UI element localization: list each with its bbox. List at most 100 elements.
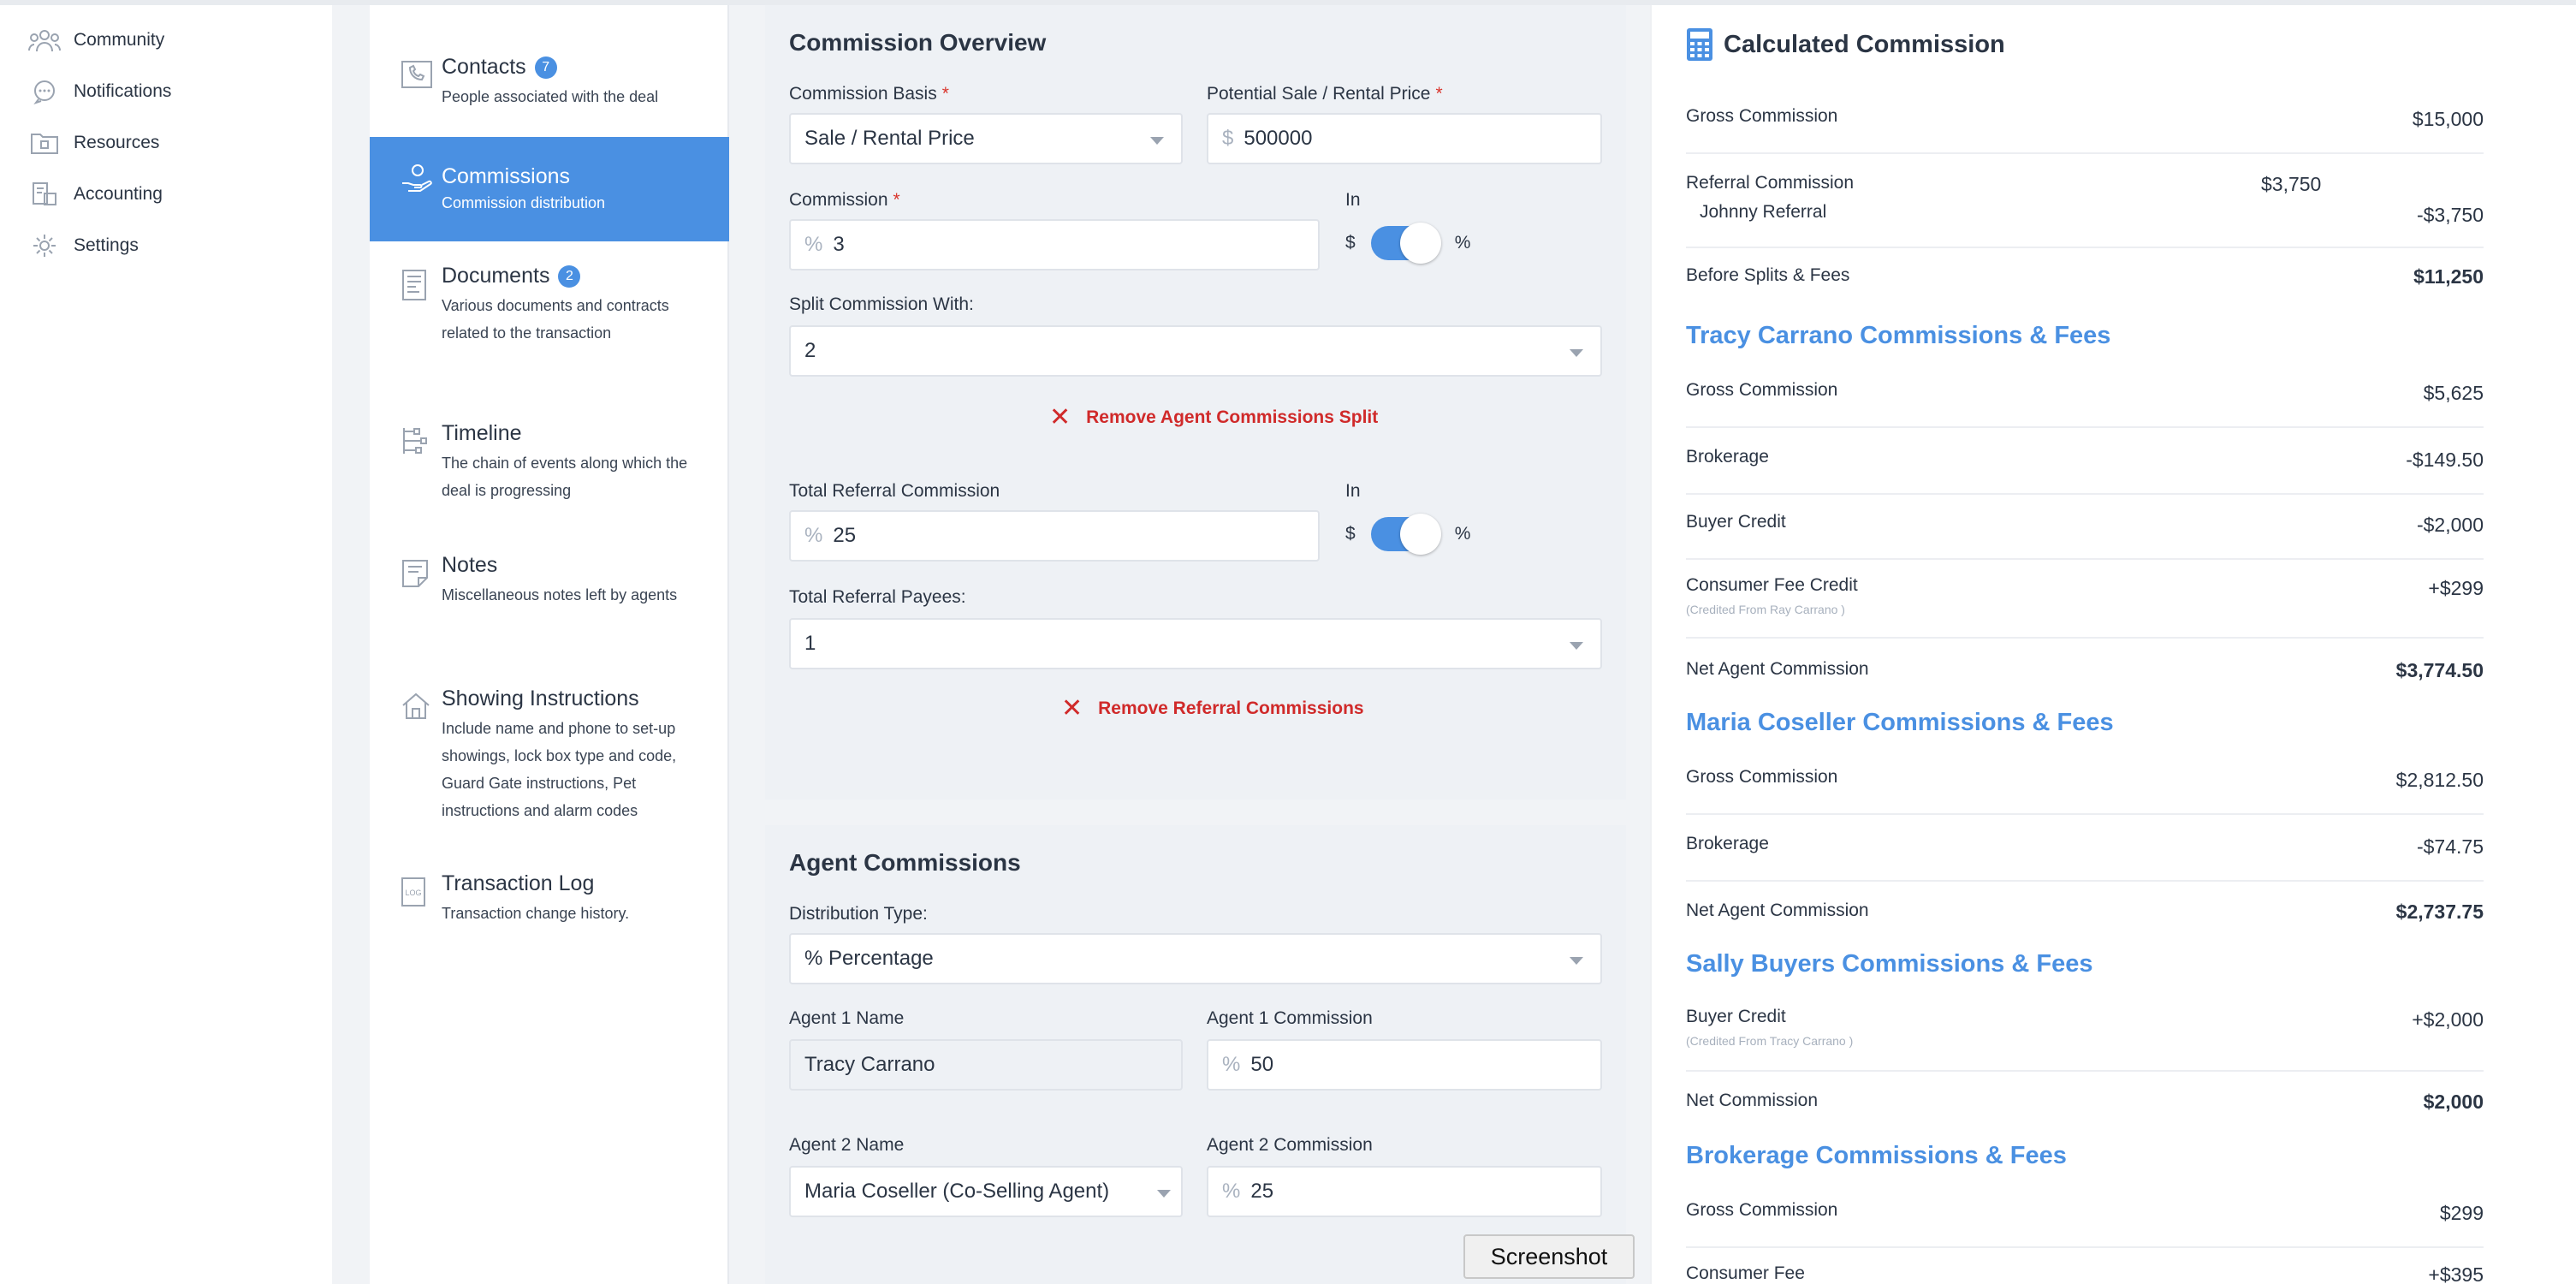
field-label: Agent 1 Name <box>789 1008 905 1028</box>
percent-prefix: % <box>804 524 823 547</box>
settings-icon <box>27 229 62 263</box>
nav-label: Notifications <box>74 81 172 101</box>
nav-item-resources[interactable]: Resources <box>27 122 159 164</box>
subnav-item-documents[interactable]: Documents 2 Various documents and contrac… <box>370 264 729 383</box>
referral-payee-name: Johnny Referral <box>1700 202 1827 222</box>
agent-2-commission-input[interactable]: % 25 <box>1207 1166 1602 1217</box>
referral-label: Total Referral Commission <box>789 481 1000 501</box>
remove-referral-button[interactable]: ✕ Remove Referral Commissions <box>1061 693 1364 723</box>
chevron-down-icon <box>1157 1190 1171 1198</box>
dollar-prefix: $ <box>1222 127 1234 150</box>
agent-1-commission-input[interactable]: % 50 <box>1207 1039 1602 1091</box>
panel-title: Calculated Commission <box>1686 27 2005 62</box>
chevron-down-icon <box>1570 957 1583 965</box>
nav-label: Community <box>74 30 165 50</box>
maria-gross-row: Gross Commission $2,812.50 <box>1686 758 2484 815</box>
subnav-desc: Include name and phone to set-up showing… <box>442 720 677 819</box>
nav-label: Resources <box>74 133 160 152</box>
calculated-commission-panel: Calculated Commission Gross Commission $… <box>1650 5 2514 1284</box>
commission-input[interactable]: % 3 <box>789 219 1320 270</box>
nav-item-community[interactable]: Community <box>27 19 164 62</box>
percent-prefix: % <box>804 233 823 256</box>
chevron-down-icon <box>1570 642 1583 650</box>
nav-label: Accounting <box>74 184 163 204</box>
house-icon <box>401 692 435 726</box>
tracy-buyer-credit-row: Buyer Credit -$2,000 <box>1686 503 2484 560</box>
field-label: Potential Sale / Rental Price * <box>1207 84 1443 104</box>
document-icon <box>401 269 435 303</box>
resources-icon <box>27 126 62 160</box>
nav-item-accounting[interactable]: Accounting <box>27 173 163 216</box>
subnav-item-showing-instructions[interactable]: Showing Instructions Include name and ph… <box>370 687 729 832</box>
field-label: Commission Basis * <box>789 84 949 104</box>
field-label: Agent 2 Name <box>789 1135 905 1155</box>
subnav-desc: People associated with the deal <box>442 88 659 105</box>
subnav-title: Documents <box>442 264 550 288</box>
card-title: Agent Commissions <box>789 849 1021 876</box>
accounting-icon <box>27 177 62 211</box>
nav-item-settings[interactable]: Settings <box>27 224 139 267</box>
subnav-desc: Various documents and contracts related … <box>442 297 669 342</box>
split-commission-select[interactable]: 2 <box>789 325 1602 377</box>
agent-commissions-card: Agent Commissions Distribution Type: % P… <box>765 825 1626 1284</box>
sale-price-input[interactable]: $ 500000 <box>1207 113 1602 164</box>
payees-label: Total Referral Payees: <box>789 587 966 607</box>
referral-unit-toggle-row: $ % <box>1345 514 1470 555</box>
close-icon: ✕ <box>1049 403 1071 431</box>
commission-unit-toggle[interactable] <box>1370 223 1441 264</box>
agent-2-name-select[interactable]: Maria Coseller (Co-Selling Agent) <box>789 1166 1183 1217</box>
field-label: Agent 1 Commission <box>1207 1008 1373 1028</box>
tracy-gross-row: Gross Commission $5,625 <box>1686 372 2484 428</box>
subnav-desc: Commission distribution <box>442 194 606 211</box>
notifications-icon <box>27 74 62 109</box>
subnav-item-commissions[interactable]: Commissions Commission distribution <box>370 137 729 241</box>
calculator-icon <box>1686 27 1713 62</box>
referral-unit-toggle[interactable] <box>1370 514 1441 555</box>
chevron-down-icon <box>1570 349 1583 357</box>
tracy-brokerage-row: Brokerage -$149.50 <box>1686 438 2484 495</box>
main-navigation: Community Notifications Resources Accoun… <box>0 5 332 1284</box>
maria-brokerage-row: Brokerage -$74.75 <box>1686 825 2484 882</box>
brokerage-consumer-fee-row: Consumer Fee +$395 <box>1686 1263 2484 1284</box>
referral-subtotal: $3,750 <box>2261 173 2322 195</box>
phone-icon <box>401 60 435 94</box>
community-icon <box>27 23 62 57</box>
tracy-net-row: Net Agent Commission $3,774.50 <box>1686 659 2484 681</box>
subnav-desc: The chain of events along which the deal… <box>442 455 688 499</box>
section-title-brokerage: Brokerage Commissions & Fees <box>1686 1142 2067 1169</box>
referral-commission-input[interactable]: % 25 <box>789 510 1320 562</box>
sally-buyer-credit-row: Buyer Credit (Credited From Tracy Carran… <box>1686 1002 2484 1072</box>
card-title: Commission Overview <box>789 29 1047 56</box>
section-title-sally: Sally Buyers Commissions & Fees <box>1686 950 2093 978</box>
commission-overview-card: Commission Overview Commission Basis * Sa… <box>765 5 1626 800</box>
documents-count-badge: 2 <box>558 265 581 288</box>
sally-net-row: Net Commission $2,000 <box>1686 1091 2484 1113</box>
remove-agent-split-button[interactable]: ✕ Remove Agent Commissions Split <box>1049 402 1378 432</box>
field-label: Agent 2 Commission <box>1207 1135 1373 1155</box>
subnav-title: Contacts <box>442 55 526 79</box>
subnav-desc: Miscellaneous notes left by agents <box>442 586 678 603</box>
nav-item-notifications[interactable]: Notifications <box>27 70 171 113</box>
subnav-title: Timeline <box>442 421 522 445</box>
in-label: In <box>1345 190 1361 210</box>
field-label: Commission * <box>789 190 900 210</box>
note-icon <box>401 558 435 592</box>
subnav-item-contacts[interactable]: Contacts 7 People associated with the dea… <box>370 55 729 115</box>
section-title-maria: Maria Coseller Commissions & Fees <box>1686 709 2114 736</box>
before-splits-row: Before Splits & Fees $11,250 <box>1686 265 2484 288</box>
subnav-item-timeline[interactable]: Timeline The chain of events along which… <box>370 421 729 507</box>
subnav-item-transaction-log[interactable]: LOG Transaction Log Transaction change h… <box>370 871 729 931</box>
timeline-icon <box>401 426 435 461</box>
distribution-type-select[interactable]: % Percentage <box>789 933 1602 984</box>
gross-commission-row: Gross Commission $15,000 <box>1686 98 2484 154</box>
subnav-title: Notes <box>442 553 498 577</box>
commission-basis-select[interactable]: Sale / Rental Price <box>789 113 1183 164</box>
in-label: In <box>1345 481 1361 501</box>
screenshot-tooltip: Screenshot <box>1463 1234 1635 1279</box>
referral-payees-select[interactable]: 1 <box>789 618 1602 669</box>
distribution-label: Distribution Type: <box>789 904 928 924</box>
commission-unit-toggle-row: $ % <box>1345 223 1470 264</box>
referral-commission-row: Referral Commission $3,750 Johnny Referr… <box>1686 164 2484 248</box>
subnav-title: Commissions <box>442 164 571 188</box>
subnav-item-notes[interactable]: Notes Miscellaneous notes left by agents <box>370 553 729 639</box>
